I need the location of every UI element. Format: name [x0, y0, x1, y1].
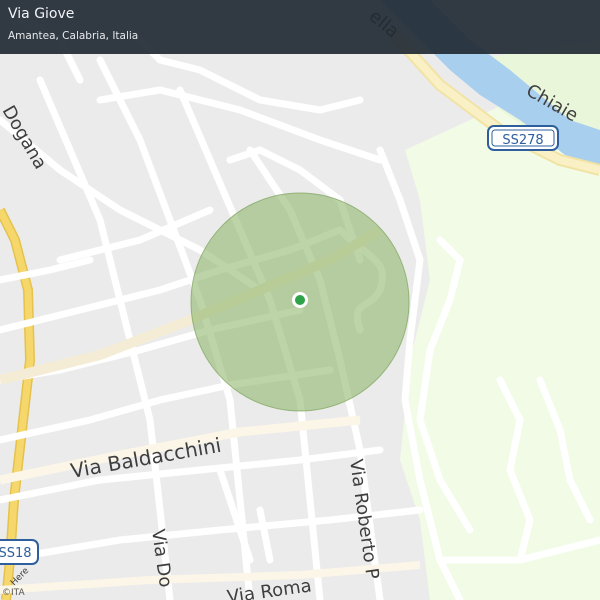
ss278-shield-label: SS278 — [502, 133, 543, 148]
location-subtitle: Amantea, Calabria, Italia — [8, 30, 139, 42]
location-header: Via Giove Amantea, Calabria, Italia — [0, 0, 600, 54]
location-title: Via Giove — [8, 6, 75, 22]
copyright-text: ©ITA — [2, 588, 25, 598]
location-dot[interactable] — [295, 295, 305, 305]
ss18-shield: SS18 — [0, 539, 39, 565]
ss278-shield: SS278 — [487, 125, 559, 151]
map-canvas[interactable]: SS278 SS18 Dogana Via Baldacchini Via Ro… — [0, 0, 600, 600]
ss18-shield-label: SS18 — [0, 546, 32, 561]
